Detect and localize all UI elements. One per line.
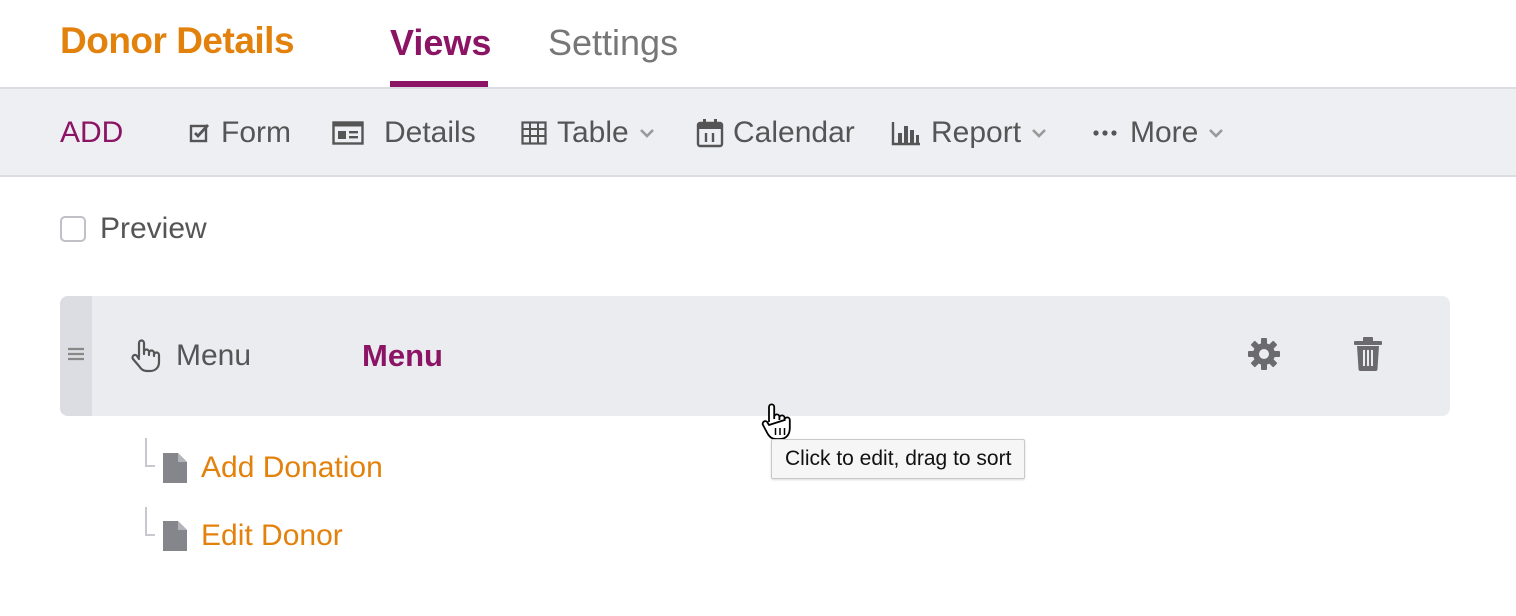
form-label: Form	[221, 116, 291, 149]
drag-handle[interactable]	[60, 296, 92, 416]
details-card-icon	[332, 121, 364, 145]
block-settings-button[interactable]	[1246, 296, 1282, 416]
top-nav: Donor Details Views Settings	[0, 0, 1516, 89]
block-type-label: Menu	[176, 339, 252, 372]
calendar-label: Calendar	[733, 116, 855, 149]
page-icon	[163, 521, 187, 551]
add-label: ADD	[60, 116, 124, 149]
block-name[interactable]: Menu	[362, 296, 443, 416]
active-tab-indicator	[390, 81, 488, 87]
menu-view-block[interactable]: Menu Menu	[60, 296, 1450, 416]
menu-child-item[interactable]: Add Donation	[163, 448, 383, 488]
chevron-down-icon	[639, 128, 655, 138]
table-grid-icon	[521, 121, 547, 145]
app-title[interactable]: Donor Details	[60, 20, 295, 62]
more-views-button[interactable]: More	[1093, 89, 1224, 177]
tab-views[interactable]: Views	[390, 22, 491, 64]
gear-icon	[1246, 336, 1282, 377]
child-label[interactable]: Edit Donor	[201, 519, 343, 553]
calendar-icon	[696, 118, 724, 148]
pointer-hand-icon	[130, 339, 162, 373]
block-type: Menu	[130, 296, 251, 416]
tree-connector	[145, 507, 155, 536]
tab-settings[interactable]: Settings	[548, 22, 678, 64]
preview-label: Preview	[100, 212, 207, 245]
more-label: More	[1130, 116, 1199, 149]
table-label: Table	[557, 116, 629, 149]
page-icon	[163, 453, 187, 483]
add-report-button[interactable]: Report	[891, 89, 1047, 177]
bar-chart-icon	[891, 120, 921, 146]
report-label: Report	[931, 116, 1022, 149]
checkbox-edit-icon	[189, 122, 211, 144]
preview-toggle[interactable]: Preview	[60, 212, 207, 246]
chevron-down-icon	[1031, 128, 1047, 138]
add-table-button[interactable]: Table	[521, 89, 655, 177]
chevron-down-icon	[1208, 128, 1224, 138]
child-label[interactable]: Add Donation	[201, 451, 383, 485]
tree-connector	[145, 438, 155, 467]
add-details-button[interactable]: Details	[332, 89, 476, 177]
ellipsis-icon	[1093, 129, 1117, 137]
tooltip: Click to edit, drag to sort	[771, 439, 1026, 479]
add-form-button[interactable]: Form	[189, 89, 291, 177]
menu-child-item[interactable]: Edit Donor	[163, 516, 343, 556]
trash-icon	[1353, 336, 1383, 376]
details-label: Details	[384, 116, 476, 149]
preview-checkbox[interactable]	[60, 216, 86, 242]
add-calendar-button[interactable]: Calendar	[696, 89, 855, 177]
block-delete-button[interactable]	[1353, 296, 1383, 416]
grip-lines-icon	[68, 347, 84, 366]
add-view-toolbar: ADD Form Details Table Calendar Report M…	[0, 89, 1516, 177]
